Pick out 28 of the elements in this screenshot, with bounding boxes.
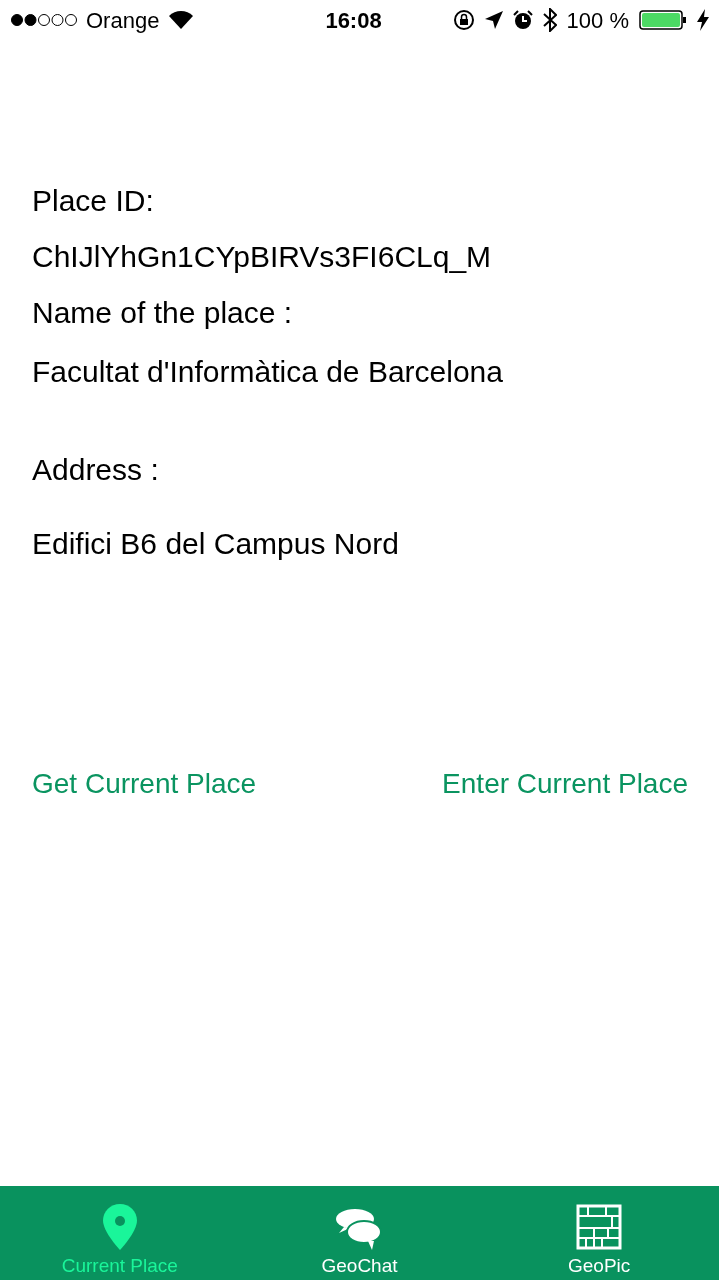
tab-label: GeoPic (568, 1254, 631, 1278)
charging-bolt-icon (697, 9, 709, 31)
rotation-lock-icon (452, 9, 475, 31)
map-pin-icon (102, 1204, 137, 1250)
field-value: Facultat d'Informàtica de Barcelona (32, 354, 504, 390)
signal-dots-icon (10, 13, 78, 27)
tab-bar-item[interactable]: GeoPic (479, 1186, 719, 1280)
text-link-button[interactable]: Get Current Place (32, 764, 257, 804)
clock-time: 16:08 (325, 6, 382, 35)
battery-percent: 100 % (566, 6, 629, 35)
chat-bubbles-icon (336, 1206, 383, 1250)
tab-bar-item[interactable]: Current Place (0, 1186, 240, 1280)
battery-icon (639, 10, 687, 30)
field-label: Place ID: (32, 183, 155, 219)
grid-icon (576, 1204, 623, 1250)
wifi-icon (169, 11, 194, 29)
location-arrow-icon (484, 11, 503, 29)
tab-bar-item[interactable]: GeoChat (239, 1186, 480, 1280)
field-label: Address : (32, 452, 160, 488)
tab-label: GeoChat (321, 1254, 398, 1278)
carrier-name: Orange (86, 6, 160, 35)
field-value: Edifici B6 del Campus Nord (32, 526, 400, 562)
alarm-clock-icon (512, 10, 533, 30)
bluetooth-icon (542, 8, 557, 32)
tab-label: Current Place (61, 1254, 178, 1278)
field-value: ChIJlYhGn1CYpBIRVs3FI6CLq_M (32, 239, 493, 275)
field-label: Name of the place : (32, 295, 294, 331)
text-link-button[interactable]: Enter Current Place (442, 764, 688, 804)
